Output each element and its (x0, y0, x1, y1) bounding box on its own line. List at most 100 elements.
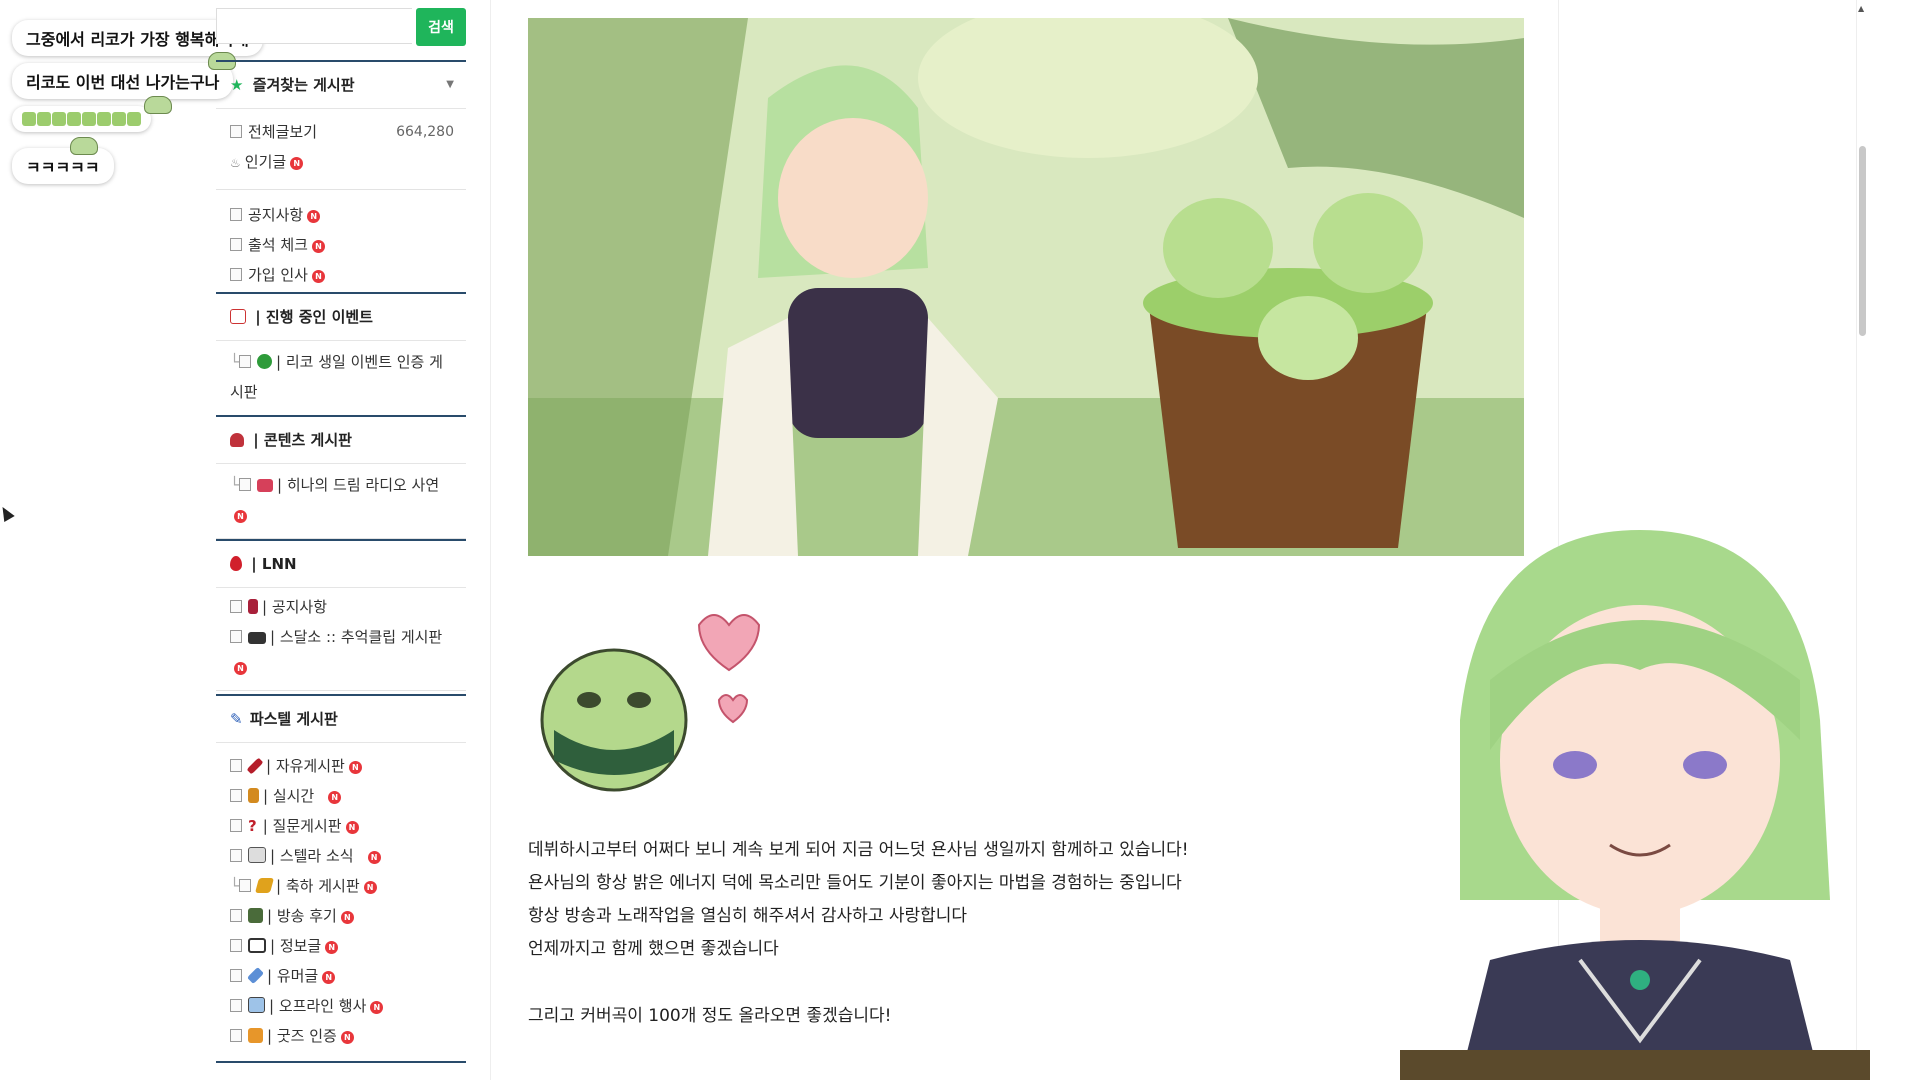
check-board-icon (230, 238, 242, 251)
search-button[interactable]: 검색 (416, 8, 466, 46)
book-icon (248, 908, 263, 923)
search-bar: 검색 (216, 8, 466, 48)
chat-message: 리코도 이번 대선 나가는구나 (12, 63, 234, 99)
pencil-icon: ✎ (230, 710, 243, 728)
joystick-icon (230, 433, 244, 447)
sidebar-item-join[interactable]: 가입 인사 N (216, 260, 466, 290)
search-input[interactable] (216, 8, 412, 44)
new-badge: N (340, 911, 354, 924)
section-title: 파스텔 게시판 (249, 710, 338, 728)
sidebar-item-label: | 굿즈 인증 (267, 1027, 337, 1045)
sidebar-item-label: | 오프라인 행사 (269, 997, 367, 1015)
board-icon (230, 125, 242, 138)
sidebar-item-info[interactable]: | 정보글 N (216, 931, 466, 961)
new-badge: N (290, 157, 304, 170)
clover-icon (257, 354, 273, 369)
sidebar-item-free-board[interactable]: | 자유게시판 N (216, 751, 466, 781)
sidebar-item-radio[interactable]: └ | 히나의 드림 라디오 사연 N (216, 464, 466, 530)
sidebar-item-goods[interactable]: | 굿즈 인증 N (216, 1021, 466, 1051)
board-icon (230, 939, 242, 952)
scroll-up-arrow-icon[interactable]: ▲ (1858, 4, 1864, 13)
contents-section: | 콘텐츠 게시판 └ | 히나의 드림 라디오 사연 N (216, 415, 466, 539)
board-icon (230, 759, 242, 772)
tree-branch-icon: └ (230, 353, 240, 371)
new-badge: N (345, 821, 359, 834)
image-board-icon (230, 1029, 242, 1042)
sidebar-item-question[interactable]: ? | 질문게시판 N (216, 811, 466, 841)
calendar-grid-icon (248, 997, 265, 1013)
sidebar-item-label: | 실시간 (263, 787, 315, 805)
sidebar-item-label: | 방송 후기 (267, 907, 337, 925)
frog-sticker-illustration (540, 614, 761, 792)
calendar-icon (230, 309, 246, 324)
events-header: | 진행 중인 이벤트 (216, 292, 466, 341)
new-badge: N (325, 941, 339, 954)
post-paragraph: 욘사님의 항상 밝은 에너지 덕에 목소리만 들어도 기분이 좋아지는 마법을 … (528, 873, 1182, 893)
post-paragraph: 데뷔하시고부터 어쩌다 보니 계속 보게 되어 지금 어느덧 욘사님 생일까지 … (528, 840, 1189, 860)
wine-glass-icon (248, 599, 258, 614)
artwork-illustration (528, 18, 1524, 556)
sidebar-item-notice[interactable]: 공지사항 N (216, 200, 466, 230)
new-badge: N (348, 761, 362, 774)
ribbon-icon (257, 479, 274, 492)
contents-header: | 콘텐츠 게시판 (216, 415, 466, 464)
newspaper-icon (248, 847, 266, 863)
sidebar-item-all-posts[interactable]: 전체글보기 664,280 (216, 117, 466, 147)
sidebar-item-label: | 유머글 (267, 967, 319, 985)
sidebar-item-humor[interactable]: | 유머글 N (216, 961, 466, 991)
drop-icon (230, 556, 242, 571)
new-badge: N (328, 791, 342, 804)
board-icon (230, 909, 242, 922)
sidebar-item-realtime[interactable]: | 실시간 N (216, 781, 466, 811)
post-artwork-image (528, 18, 1524, 556)
mouse-cursor-icon (0, 503, 15, 523)
sidebar-item-offline[interactable]: | 오프라인 행사 N (216, 991, 466, 1021)
rocket-icon (247, 967, 264, 984)
chat-message: ㅋㅋㅋㅋㅋ (12, 148, 114, 184)
sidebar-item-label: | 정보글 (270, 937, 322, 955)
sidebar-item-lnn-notice[interactable]: | 공지사항 (216, 592, 466, 622)
favorites-title: 즐겨찾는 게시판 (252, 76, 355, 94)
favorites-header[interactable]: ★ 즐겨찾는 게시판 ▼ (216, 60, 466, 109)
new-badge: N (311, 270, 325, 283)
brush-icon (246, 757, 264, 775)
tree-branch-icon: └ (230, 877, 240, 895)
sidebar-item-label: 공지사항 (248, 206, 304, 224)
scrollbar-thumb[interactable] (1859, 146, 1866, 336)
lnn-header: | LNN (216, 539, 466, 588)
sidebar-item-label: | 히나의 드림 라디오 사연 (277, 476, 440, 494)
question-icon: ? (248, 817, 257, 835)
sidebar-item-label: 출석 체크 (248, 236, 308, 254)
sidebar-item-label: | 스달소 :: 추억클립 게시판 (270, 628, 443, 646)
section-title: | 콘텐츠 게시판 (253, 431, 352, 449)
film-icon (248, 632, 266, 644)
flame-icon: ♨ (230, 156, 241, 170)
post-paragraph: 그리고 커버곡이 100개 정도 올라오면 좋겠습니다! (528, 1006, 892, 1026)
sidebar-item-birthday-event[interactable]: └ | 리코 생일 이벤트 인증 게시판 (216, 341, 466, 407)
board-icon (230, 630, 242, 643)
sidebar-item-stream-review[interactable]: | 방송 후기 N (216, 901, 466, 931)
sidebar-item-stella-news[interactable]: | 스텔라 소식 N (216, 841, 466, 871)
sidebar-item-celebration[interactable]: └ | 축하 게시판 N (216, 871, 466, 901)
star-icon: ★ (230, 76, 244, 94)
new-badge: N (234, 510, 247, 523)
events-section: | 진행 중인 이벤트 └ | 리코 생일 이벤트 인증 게시판 (216, 292, 466, 416)
sidebar-item-label: | 질문게시판 (262, 817, 342, 835)
board-icon (230, 208, 242, 221)
new-badge: N (307, 210, 321, 223)
frog-emote-row-icon (22, 112, 141, 126)
chat-emote-message (12, 106, 151, 132)
lnn-section: | LNN | 공지사항 | 스달소 :: 추억클립 게시판N (216, 539, 466, 691)
party-popper-icon (255, 878, 275, 893)
frog-emote-icon (144, 96, 172, 114)
content-divider (490, 0, 491, 1080)
new-badge: N (322, 971, 336, 984)
sidebar-item-popular[interactable]: ♨ 인기글 N (216, 147, 466, 177)
board-icon (239, 478, 252, 491)
board-icon (230, 268, 242, 281)
new-badge: N (363, 881, 377, 894)
board-icon (230, 999, 242, 1012)
sidebar-item-lnn-clip[interactable]: | 스달소 :: 추억클립 게시판N (216, 622, 466, 682)
sidebar-item-attendance[interactable]: 출석 체크 N (216, 230, 466, 260)
section-title: | LNN (251, 555, 297, 573)
